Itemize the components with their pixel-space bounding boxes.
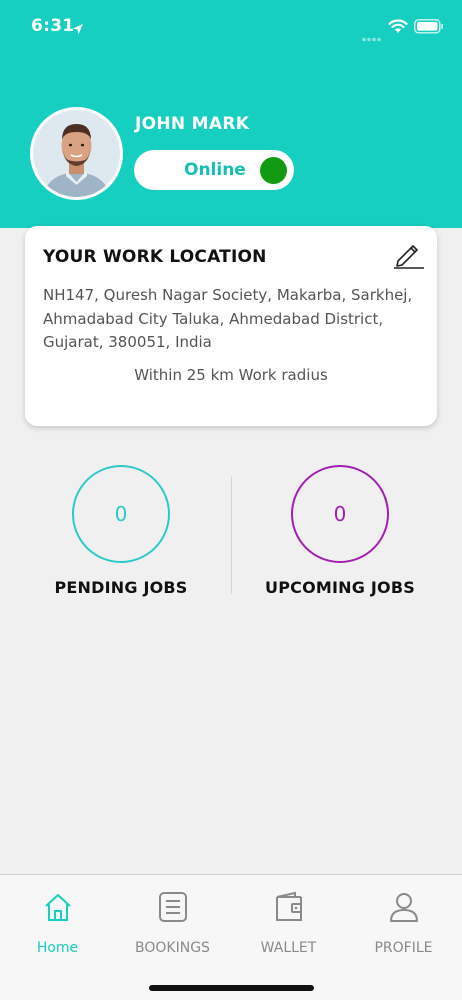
pencil-icon[interactable] — [393, 239, 425, 273]
work-location-address: NH147, Quresh Nagar Society, Makarba, Sa… — [43, 286, 413, 351]
status-bar: 6:31 — [0, 0, 462, 56]
nav-bookings[interactable]: BOOKINGS — [115, 875, 230, 975]
nav-profile[interactable]: PROFILE — [346, 875, 461, 975]
status-time: 6:31 — [31, 16, 75, 36]
upcoming-jobs-label: UPCOMING JOBS — [265, 578, 415, 597]
home-icon — [42, 891, 74, 927]
avatar[interactable] — [30, 107, 123, 200]
user-name: JOHN MARK — [135, 114, 250, 134]
nav-home-label: Home — [36, 940, 79, 956]
nav-bookings-label: BOOKINGS — [135, 940, 210, 956]
nav-profile-label: PROFILE — [374, 940, 433, 956]
battery-icon — [414, 19, 444, 38]
user-icon — [388, 891, 420, 927]
upcoming-jobs-count: 0 — [333, 502, 347, 526]
pending-jobs-label: PENDING JOBS — [54, 578, 188, 597]
pending-jobs-counter[interactable]: 0 — [72, 465, 170, 563]
pending-jobs-count: 0 — [114, 502, 128, 526]
work-location-card: YOUR WORK LOCATION NH147, Quresh Nagar S… — [25, 226, 437, 426]
wallet-icon — [274, 891, 304, 927]
user-photo-icon — [33, 110, 120, 197]
nav-wallet[interactable]: WALLET — [231, 875, 346, 975]
nav-home[interactable]: Home — [0, 875, 115, 975]
work-radius-text: Within 25 km Work radius — [134, 366, 328, 384]
jobs-divider — [231, 476, 232, 594]
signal-dots-icon — [362, 27, 382, 46]
wifi-icon — [388, 19, 408, 38]
list-icon — [158, 891, 188, 927]
home-indicator — [149, 985, 314, 991]
online-status-toggle[interactable]: Online — [134, 150, 294, 190]
online-status-label: Online — [184, 160, 246, 180]
nav-wallet-label: WALLET — [260, 940, 317, 956]
location-arrow-icon — [72, 20, 84, 39]
toggle-knob — [260, 157, 287, 184]
bottom-navigation: Home BOOKINGS WALLET PROFILE — [0, 874, 462, 1000]
upcoming-jobs-counter[interactable]: 0 — [291, 465, 389, 563]
work-location-title: YOUR WORK LOCATION — [43, 247, 267, 267]
